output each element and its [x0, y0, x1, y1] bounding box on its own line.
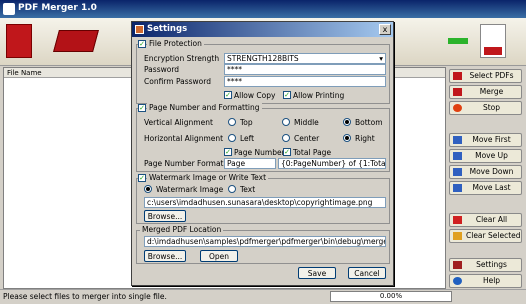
page-number-cb-label: Page Number [234, 148, 285, 157]
horizontal-left-radio[interactable] [228, 134, 236, 142]
merged-location-field[interactable]: d:\imdadhusen\samples\pdfmerger\pdfmerge… [144, 236, 386, 247]
settings-button[interactable]: Settings [449, 258, 522, 272]
confirm-password-label: Confirm Password [144, 77, 211, 86]
status-message: Please select files to merger into singl… [3, 292, 167, 301]
merge-button[interactable]: Merge [449, 85, 522, 99]
page-number-format-prefix[interactable]: Page [224, 158, 276, 169]
progress-text: 0.00% [379, 292, 403, 300]
move-last-button[interactable]: Move Last [449, 181, 522, 195]
password-label: Password [144, 65, 180, 74]
vertical-middle-label: Middle [294, 118, 319, 127]
page-number-formatting-checkbox[interactable]: ✓ [138, 104, 146, 112]
watermark-label: Watermark Image or Write Text [147, 173, 269, 182]
chevron-down-icon: ▾ [379, 54, 383, 63]
vertical-bottom-label: Bottom [355, 118, 383, 127]
stop-button[interactable]: Stop [449, 101, 522, 115]
horizontal-right-label: Right [355, 134, 375, 143]
allow-copy-checkbox[interactable]: ✓ [224, 91, 232, 99]
settings-icon [453, 261, 462, 269]
vertical-top-label: Top [240, 118, 253, 127]
horizontal-center-label: Center [294, 134, 320, 143]
page-number-format-label: Page Number Format [144, 159, 224, 168]
merged-location-label: Merged PDF Location [140, 225, 224, 234]
clear-selected-button[interactable]: Clear Selected [449, 229, 522, 243]
file-protection-label: File Protection [147, 39, 204, 48]
page-number-formatting-label: Page Number and Formatting [147, 103, 262, 112]
horizontal-left-label: Left [240, 134, 255, 143]
encryption-strength-label: Encryption Strength [144, 54, 220, 63]
clear-selected-icon [453, 232, 462, 240]
save-button[interactable]: Save [298, 267, 336, 279]
watermark-checkbox[interactable]: ✓ [138, 174, 146, 182]
watermark-browse-button[interactable]: Browse... [144, 210, 186, 222]
pdf-file-label-icon [484, 47, 502, 55]
clear-all-icon [453, 216, 462, 224]
horizontal-right-radio[interactable] [343, 134, 351, 142]
pdf-file-icon [480, 24, 506, 58]
vertical-middle-radio[interactable] [282, 118, 290, 126]
confirm-password-field[interactable]: **** [224, 76, 386, 87]
move-down-button[interactable]: Move Down [449, 165, 522, 179]
dialog-title: Settings [147, 24, 188, 34]
watermark-image-label: Watermark Image [156, 185, 224, 194]
watermark-text-label: Text [240, 185, 256, 194]
vertical-bottom-radio[interactable] [343, 118, 351, 126]
merged-browse-button[interactable]: Browse... [144, 250, 186, 262]
move-first-icon [453, 136, 462, 144]
allow-copy-label: Allow Copy [234, 91, 276, 100]
cancel-button[interactable]: Cancel [348, 267, 386, 279]
move-up-button[interactable]: Move Up [449, 149, 522, 163]
dialog-close-button[interactable]: x [379, 24, 391, 35]
app-icon [3, 3, 15, 15]
page-number-checkbox[interactable]: ✓ [224, 148, 232, 156]
help-icon [453, 277, 462, 285]
file-protection-checkbox[interactable]: ✓ [138, 40, 146, 48]
merge-icon [453, 88, 462, 96]
stop-icon [453, 104, 462, 112]
allow-printing-label: Allow Printing [293, 91, 345, 100]
settings-dialog: Settings x ✓ File Protection Encryption … [131, 21, 394, 286]
move-last-icon [453, 184, 462, 192]
arrow-icon [448, 38, 468, 44]
pdf-add-icon [453, 72, 462, 80]
watermark-image-radio[interactable] [144, 185, 152, 193]
app-logo-icon [6, 24, 32, 58]
vertical-alignment-label: Vertical Alignment [144, 118, 213, 127]
move-down-icon [453, 168, 462, 176]
total-page-cb-label: Total Page [293, 148, 332, 157]
move-first-button[interactable]: Move First [449, 133, 522, 147]
horizontal-alignment-label: Horizontal Alignment [144, 134, 224, 143]
window-title: PDF Merger 1.0 [18, 3, 97, 13]
password-field[interactable]: **** [224, 64, 386, 75]
select-pdfs-button[interactable]: Select PDFs [449, 69, 522, 83]
allow-printing-checkbox[interactable]: ✓ [283, 91, 291, 99]
watermark-path-field[interactable]: c:\users\imdadhusen.sunasara\desktop\cop… [144, 197, 386, 208]
open-button[interactable]: Open [200, 250, 238, 262]
page-number-format-field[interactable]: {0:PageNumber} of {1:TotalPage} [278, 158, 386, 169]
watermark-text-radio[interactable] [228, 185, 236, 193]
total-page-checkbox[interactable]: ✓ [283, 148, 291, 156]
help-button[interactable]: Help [449, 274, 522, 288]
clear-all-button[interactable]: Clear All [449, 213, 522, 227]
horizontal-center-radio[interactable] [282, 134, 290, 142]
move-up-icon [453, 152, 462, 160]
encryption-strength-select[interactable]: STRENGTH128BITS ▾ [224, 53, 386, 64]
encryption-strength-value: STRENGTH128BITS [227, 54, 299, 63]
pdf-book-icon [53, 30, 99, 52]
vertical-top-radio[interactable] [228, 118, 236, 126]
dialog-icon [135, 25, 144, 34]
